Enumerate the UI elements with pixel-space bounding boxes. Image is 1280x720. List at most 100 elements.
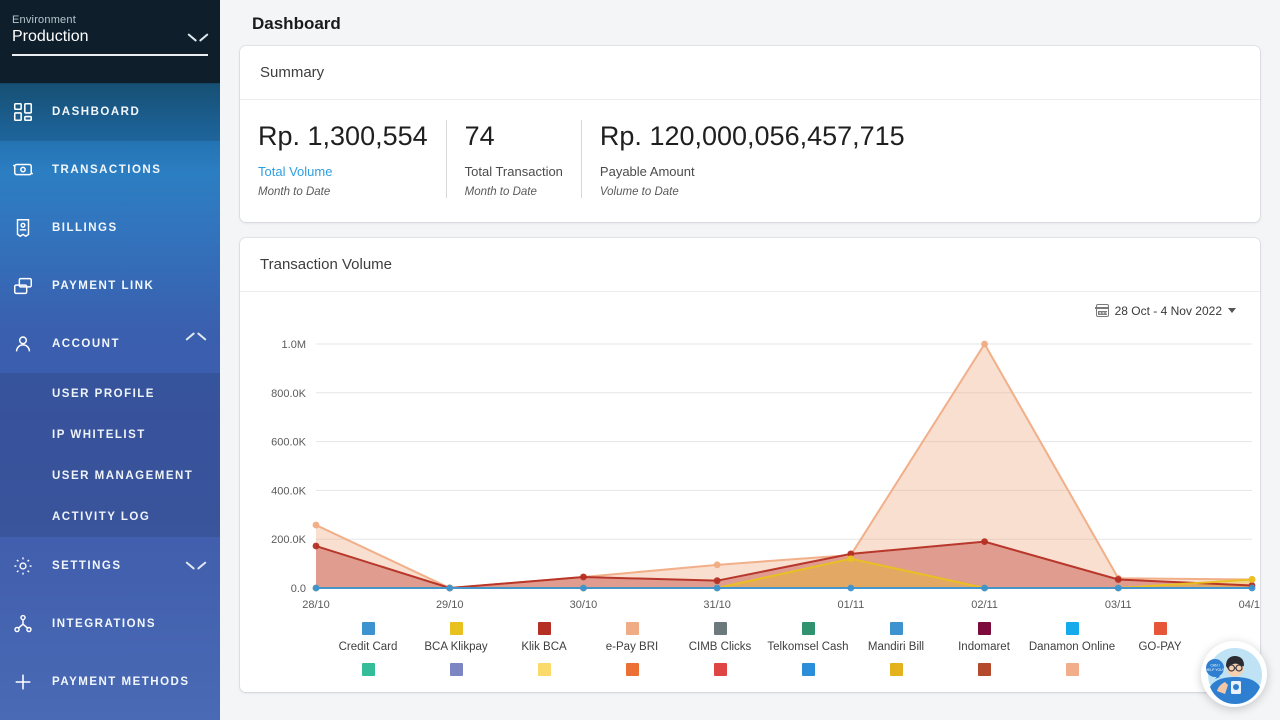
legend-item[interactable] <box>412 662 500 682</box>
sidebar-subitem-label: IP WHITELIST <box>52 428 146 441</box>
legend-label: GO-PAY <box>1138 640 1182 653</box>
legend-item[interactable]: BCA Klikpay <box>412 621 500 653</box>
environment-selector[interactable]: Environment Production <box>0 0 220 83</box>
chart-body: 28 Oct - 4 Nov 2022 0.0 200.0K 400.0K 600.0… <box>240 292 1260 692</box>
integrations-icon <box>12 613 52 635</box>
legend-swatch <box>449 621 463 635</box>
legend-item[interactable]: Telkomsel Cash <box>764 621 852 653</box>
metric-total-transaction: 74 Total Transaction Month to Date <box>445 120 581 198</box>
legend-item[interactable] <box>588 662 676 682</box>
legend-label: Credit Card <box>338 640 398 653</box>
sidebar-item-label: ACCOUNT <box>52 338 120 350</box>
sidebar-item-activity-log[interactable]: ACTIVITY LOG <box>0 496 220 537</box>
caret-down-icon[interactable] <box>1228 308 1236 314</box>
legend-item[interactable]: Indomaret <box>940 621 1028 653</box>
legend-label: CIMB Clicks <box>688 640 752 653</box>
legend-swatch <box>801 662 815 676</box>
metric-subtitle: Volume to Date <box>599 185 679 198</box>
metric-name: Payable Amount <box>599 163 695 179</box>
sidebar-item-account[interactable]: ACCOUNT <box>0 315 220 373</box>
legend-label: Telkomsel Cash <box>767 640 849 653</box>
sidebar-subitem-label: USER MANAGEMENT <box>52 469 194 482</box>
page-title: Dashboard <box>252 14 341 33</box>
sidebar-item-payment-link[interactable]: PAYMENT LINK <box>0 257 220 315</box>
metric-payable-amount: Rp. 120,000,056,457,715 Payable Amount V… <box>580 120 923 198</box>
sidebar-item-label: SETTINGS <box>52 560 122 572</box>
svg-text:0.0: 0.0 <box>291 583 306 595</box>
legend-label: Klik BCA <box>521 640 567 653</box>
sidebar-item-payment-methods[interactable]: PAYMENT METHODS <box>0 653 220 711</box>
legend-swatch <box>537 662 551 676</box>
svg-text:HELP YOU?: HELP YOU? <box>1206 668 1225 672</box>
metric-subtitle: Month to Date <box>464 185 537 198</box>
sidebar-item-label: PAYMENT METHODS <box>52 676 190 688</box>
area-chart-svg: 0.0 200.0K 400.0K 600.0K 800.0K 1.0M 28/10 29/1… <box>271 339 1260 611</box>
legend-item[interactable]: Klik BCA <box>500 621 588 653</box>
main-content: Dashboard Summary Rp. 1,300,554 Total Vo… <box>220 0 1280 720</box>
legend-item[interactable]: Credit Card <box>324 621 412 653</box>
legend-item[interactable]: CIMB Clicks <box>676 621 764 653</box>
legend-swatch <box>361 662 375 676</box>
summary-title: Summary <box>240 46 1260 100</box>
legend-label: BCA Klikpay <box>424 640 488 653</box>
grid-icon <box>12 101 52 123</box>
legend-item[interactable] <box>676 662 764 682</box>
sidebar-item-billings[interactable]: BILLINGS <box>0 199 220 257</box>
app-root: Environment Production DASHBOARD TRANSAC… <box>0 0 1280 720</box>
legend-item[interactable] <box>852 662 940 682</box>
transaction-icon <box>12 159 52 181</box>
legend-item[interactable] <box>1028 662 1116 682</box>
legend-swatch <box>977 621 991 635</box>
sidebar: Environment Production DASHBOARD TRANSAC… <box>0 0 220 720</box>
sidebar-item-user-profile[interactable]: USER PROFILE <box>0 373 220 414</box>
legend-item[interactable]: Danamon Online <box>1028 621 1116 653</box>
cards-icon <box>12 275 52 297</box>
legend-item[interactable] <box>940 662 1028 682</box>
legend-swatch <box>625 662 639 676</box>
sidebar-item-user-management[interactable]: USER MANAGEMENT <box>0 455 220 496</box>
sidebar-item-ip-whitelist[interactable]: IP WHITELIST <box>0 414 220 455</box>
legend-swatch <box>713 621 727 635</box>
environment-value: Production <box>12 28 89 45</box>
legend-item[interactable] <box>764 662 852 682</box>
legend-item[interactable]: GO-PAY <box>1116 621 1204 653</box>
metric-total-volume: Rp. 1,300,554 Total Volume Month to Date <box>240 120 446 198</box>
sidebar-item-dashboard[interactable]: DASHBOARD <box>0 83 220 141</box>
legend-item[interactable] <box>324 662 412 682</box>
chevron-down-icon[interactable] <box>188 31 208 43</box>
legend-item[interactable]: e-Pay BRI <box>588 621 676 653</box>
date-range-picker[interactable]: 28 Oct - 4 Nov 2022 <box>1095 303 1236 318</box>
metric-value: Rp. 120,000,056,457,715 <box>599 121 905 151</box>
svg-text:03/11: 03/11 <box>1105 599 1132 611</box>
svg-text:31/10: 31/10 <box>703 599 731 611</box>
sidebar-item-settings[interactable]: SETTINGS <box>0 537 220 595</box>
gear-icon <box>12 555 52 577</box>
legend-item[interactable] <box>500 662 588 682</box>
user-icon <box>12 333 52 355</box>
sidebar-item-transactions[interactable]: TRANSACTIONS <box>0 141 220 199</box>
metric-value: Rp. 1,300,554 <box>258 121 428 151</box>
legend-item[interactable]: Mandiri Bill <box>852 621 940 653</box>
chevron-up-icon[interactable] <box>186 337 206 349</box>
environment-label: Environment <box>12 14 76 26</box>
svg-text:800.0K: 800.0K <box>271 388 307 400</box>
svg-text:29/10: 29/10 <box>436 599 464 611</box>
metric-name: Total Transaction <box>464 163 563 179</box>
metric-name[interactable]: Total Volume <box>258 164 428 179</box>
sidebar-item-integrations[interactable]: INTEGRATIONS <box>0 595 220 653</box>
svg-text:30/10: 30/10 <box>570 599 598 611</box>
date-range-label: 28 Oct - 4 Nov 2022 <box>1114 303 1222 318</box>
svg-text:400.0K: 400.0K <box>271 485 307 497</box>
svg-text:28/10: 28/10 <box>302 599 330 611</box>
legend-label: e-Pay BRI <box>605 640 659 653</box>
sidebar-item-label: DASHBOARD <box>52 106 141 118</box>
svg-text:04/11: 04/11 <box>1239 599 1260 611</box>
sidebar-subitem-label: ACTIVITY LOG <box>52 510 151 523</box>
svg-text:600.0K: 600.0K <box>271 436 307 448</box>
legend-swatch <box>1153 621 1167 635</box>
chevron-down-icon[interactable] <box>186 559 206 571</box>
transaction-volume-card: Transaction Volume 28 Oct - 4 Nov 2022 0… <box>240 237 1260 692</box>
support-chat-button[interactable]: CAN I HELP YOU? <box>1201 641 1267 707</box>
chart-plot: 0.0 200.0K 400.0K 600.0K 800.0K 1.0M 28/10 29/1… <box>260 334 1260 614</box>
legend-swatch <box>361 621 375 635</box>
